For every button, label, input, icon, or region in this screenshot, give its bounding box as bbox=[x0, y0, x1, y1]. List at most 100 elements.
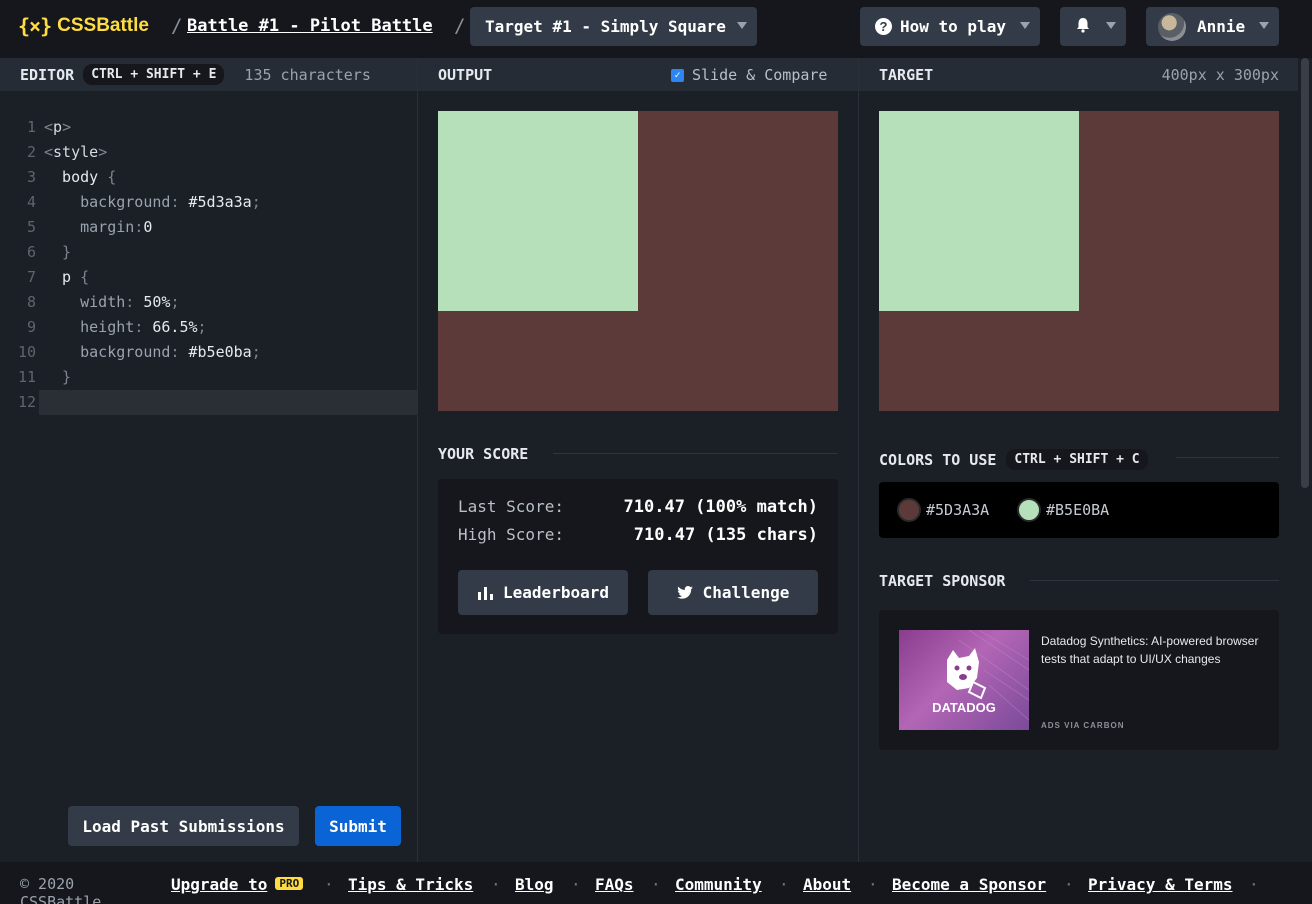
code-token: : bbox=[134, 318, 153, 336]
code-line[interactable]: 9 height: 66.5%; bbox=[0, 315, 417, 340]
cssbattle-logo[interactable]: {×} CSSBattle bbox=[18, 14, 149, 38]
chevron-down-icon bbox=[1259, 22, 1269, 29]
code-line[interactable]: 10 background: #b5e0ba; bbox=[0, 340, 417, 365]
checkbox-checked-icon[interactable]: ✓ bbox=[671, 68, 684, 82]
output-preview[interactable] bbox=[438, 111, 838, 411]
code-text[interactable]: background: #5d3a3a; bbox=[44, 190, 261, 215]
copyright: © 2020 CSSBattle bbox=[20, 875, 102, 904]
faqs-link[interactable]: FAQs bbox=[595, 875, 634, 894]
your-score-title: YOUR SCORE bbox=[438, 445, 529, 463]
chevron-down-icon bbox=[1020, 22, 1030, 29]
code-token: ; bbox=[251, 343, 261, 361]
divider bbox=[1176, 457, 1279, 458]
footer-separator: · bbox=[491, 875, 501, 894]
code-text[interactable]: width: 50%; bbox=[44, 290, 179, 315]
code-text[interactable]: <style> bbox=[44, 140, 107, 165]
code-token: width bbox=[44, 293, 126, 311]
code-line[interactable]: 1 <p> bbox=[0, 115, 417, 140]
code-token: p bbox=[53, 118, 63, 136]
how-to-play-button[interactable]: ? How to play bbox=[860, 7, 1040, 46]
code-text[interactable]: } bbox=[44, 365, 71, 390]
notifications-button[interactable] bbox=[1060, 7, 1126, 46]
target-title: TARGET bbox=[879, 65, 934, 84]
code-line[interactable]: 2 <style> bbox=[0, 140, 417, 165]
code-line[interactable]: 7 p { bbox=[0, 265, 417, 290]
editor-shortcut-badge: CTRL + SHIFT + E bbox=[83, 64, 225, 85]
load-past-submissions-button[interactable]: Load Past Submissions bbox=[68, 806, 299, 846]
scrollbar[interactable] bbox=[1298, 58, 1312, 862]
code-token: : bbox=[125, 293, 144, 311]
blog-link[interactable]: Blog bbox=[515, 875, 554, 894]
color-hex-label[interactable]: #B5E0BA bbox=[1046, 501, 1109, 519]
code-line[interactable]: 3 body { bbox=[0, 165, 417, 190]
score-card: Last Score: 710.47 (100% match) High Sco… bbox=[438, 479, 838, 634]
datadog-ad-image[interactable]: DATADOG bbox=[899, 630, 1029, 730]
code-text[interactable]: <p> bbox=[44, 115, 71, 140]
scrollbar-thumb[interactable] bbox=[1301, 58, 1309, 488]
code-text[interactable]: background: #b5e0ba; bbox=[44, 340, 261, 365]
code-token: margin bbox=[44, 218, 135, 236]
code-line[interactable]: 8 width: 50%; bbox=[0, 290, 417, 315]
help-icon: ? bbox=[875, 18, 892, 35]
target-sponsor-title: TARGET SPONSOR bbox=[879, 572, 1006, 590]
line-number: 2 bbox=[26, 143, 36, 161]
code-text[interactable]: height: 66.5%; bbox=[44, 315, 206, 340]
code-token: ; bbox=[170, 293, 180, 311]
code-line[interactable]: 12 bbox=[0, 390, 417, 415]
footer-separator: · bbox=[1064, 875, 1074, 894]
submit-button[interactable]: Submit bbox=[315, 806, 401, 846]
battle-link[interactable]: Battle #1 - Pilot Battle bbox=[187, 16, 433, 36]
sponsor-ad[interactable]: DATADOG Datadog Synthetics: AI-powered b… bbox=[879, 610, 1279, 750]
divider bbox=[1030, 580, 1279, 581]
about-link[interactable]: About bbox=[803, 875, 851, 894]
code-text[interactable]: margin:0 bbox=[44, 215, 152, 240]
target-square bbox=[879, 111, 1079, 311]
chevron-down-icon bbox=[737, 22, 747, 29]
line-number: 11 bbox=[17, 368, 36, 386]
code-line[interactable]: 5 margin:0 bbox=[0, 215, 417, 240]
line-number: 5 bbox=[26, 218, 36, 236]
tips-tricks-link[interactable]: Tips & Tricks bbox=[348, 875, 473, 894]
code-token: 66.5% bbox=[152, 318, 198, 336]
divider bbox=[553, 453, 838, 454]
code-token: } bbox=[44, 368, 72, 386]
become-sponsor-link[interactable]: Become a Sponsor bbox=[892, 875, 1046, 894]
leaderboard-button[interactable]: Leaderboard bbox=[458, 570, 628, 615]
code-token: ; bbox=[251, 193, 261, 211]
code-token: > bbox=[62, 118, 72, 136]
code-token: { bbox=[107, 168, 117, 186]
avatar bbox=[1158, 12, 1186, 41]
colors-title-label: COLORS TO USE bbox=[879, 450, 997, 469]
line-number: 10 bbox=[17, 343, 36, 361]
footer-separator: · bbox=[1249, 875, 1259, 894]
ads-via-carbon[interactable]: ADS VIA CARBON bbox=[1041, 721, 1124, 730]
datadog-dog-icon bbox=[947, 630, 1029, 721]
leaderboard-label: Leaderboard bbox=[503, 583, 609, 602]
community-link[interactable]: Community bbox=[675, 875, 762, 894]
output-header: OUTPUT ✓ Slide & Compare bbox=[418, 58, 858, 91]
upgrade-pro-link[interactable]: Upgrade to PRO bbox=[171, 875, 304, 894]
panel-divider bbox=[858, 58, 859, 862]
code-line[interactable]: 4 background: #5d3a3a; bbox=[0, 190, 417, 215]
code-line[interactable]: 11 } bbox=[0, 365, 417, 390]
color-hex-label[interactable]: #5D3A3A bbox=[926, 501, 989, 519]
challenge-button[interactable]: Challenge bbox=[648, 570, 818, 615]
line-number: 3 bbox=[26, 168, 36, 186]
code-line[interactable]: 6 } bbox=[0, 240, 417, 265]
code-token: background bbox=[44, 193, 171, 211]
color-swatch[interactable] bbox=[897, 498, 921, 522]
target-select[interactable]: Target #1 - Simply Square bbox=[470, 7, 757, 46]
footer-separator: · bbox=[571, 875, 581, 894]
privacy-terms-link[interactable]: Privacy & Terms bbox=[1088, 875, 1233, 894]
ad-text[interactable]: Datadog Synthetics: AI-powered browser t… bbox=[1041, 632, 1266, 668]
code-text[interactable]: p { bbox=[44, 265, 89, 290]
code-token: { bbox=[80, 268, 90, 286]
twitter-icon bbox=[676, 586, 693, 599]
color-swatch[interactable] bbox=[1017, 498, 1041, 522]
slide-compare-toggle[interactable]: ✓ Slide & Compare bbox=[671, 66, 827, 84]
code-text[interactable]: } bbox=[44, 240, 71, 265]
user-menu-button[interactable]: Annie bbox=[1146, 7, 1279, 46]
line-number: 12 bbox=[17, 393, 36, 411]
code-editor[interactable]: 1 <p> 2 <style> 3 body {4 background: #5d3a3… bbox=[0, 91, 417, 862]
code-text[interactable]: body { bbox=[44, 165, 116, 190]
